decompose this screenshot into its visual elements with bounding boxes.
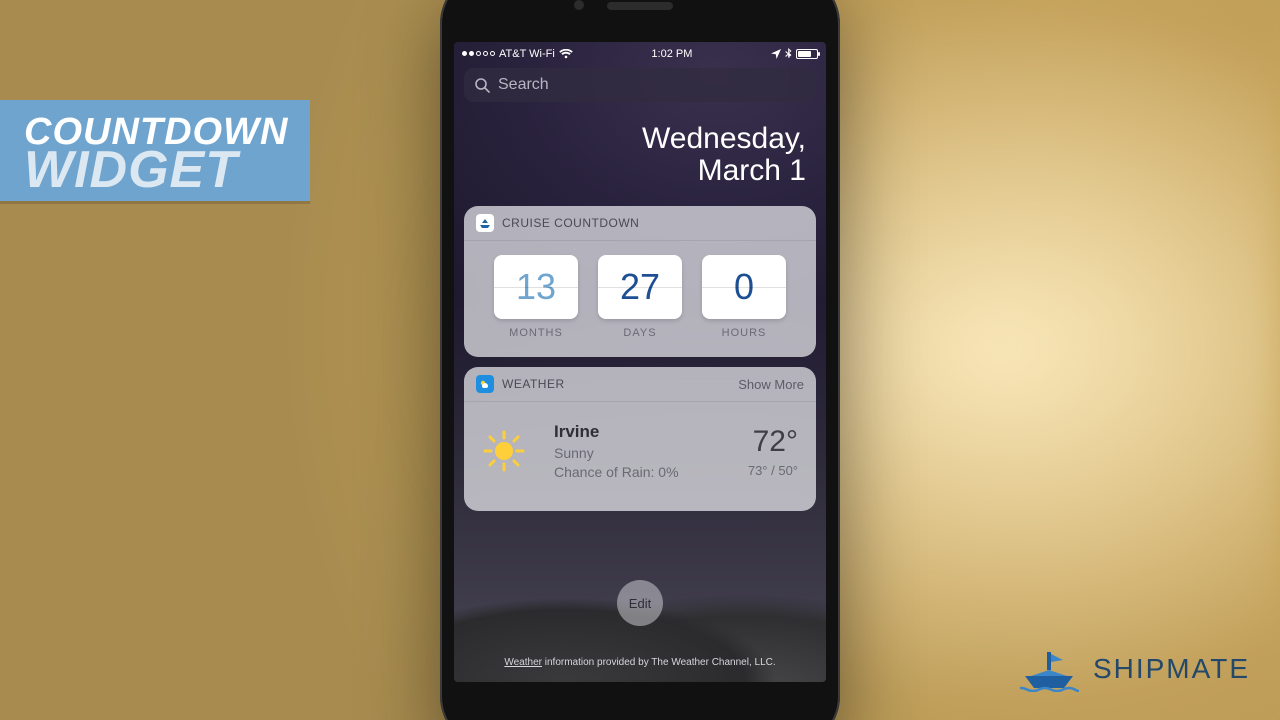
weather-temp-now: 72°	[748, 425, 798, 459]
search-icon	[474, 77, 490, 93]
location-icon	[771, 49, 781, 59]
phone-screen: AT&T Wi-Fi 1:02 PM	[454, 42, 826, 682]
countdown-body: 13 MONTHS 27 DAYS 0 HOURS	[464, 241, 816, 357]
ship-icon	[1019, 646, 1079, 692]
weather-attribution: Weather information provided by The Weat…	[454, 657, 826, 668]
edit-widgets-button[interactable]: Edit	[617, 580, 663, 626]
countdown-value-months: 13	[494, 255, 578, 319]
countdown-value-hours: 0	[702, 255, 786, 319]
countdown-value-days: 27	[598, 255, 682, 319]
weather-city: Irvine	[554, 420, 748, 444]
countdown-label-days: DAYS	[598, 327, 682, 339]
sun-icon	[482, 429, 536, 473]
spotlight-search[interactable]: Search	[464, 68, 816, 102]
weather-rain-chance: Chance of Rain: 0%	[554, 463, 748, 483]
shipmate-app-icon	[476, 214, 494, 232]
wifi-icon	[559, 49, 573, 59]
date-monthday: March 1	[474, 154, 806, 188]
brand-badge: SHIPMATE	[1019, 646, 1250, 692]
phone-earpiece	[607, 2, 673, 10]
weather-title: WEATHER	[502, 377, 565, 391]
battery-icon	[796, 49, 818, 59]
today-date: Wednesday, March 1	[454, 108, 826, 206]
bluetooth-icon	[785, 48, 792, 60]
weather-show-more[interactable]: Show More	[738, 377, 804, 392]
brand-name: SHIPMATE	[1093, 653, 1250, 685]
status-bar: AT&T Wi-Fi 1:02 PM	[454, 42, 826, 62]
countdown-tile-months: 13 MONTHS	[494, 255, 578, 339]
weather-body: Irvine Sunny Chance of Rain: 0% 72° 73° …	[464, 402, 816, 511]
weather-app-icon	[476, 375, 494, 393]
countdown-label-months: MONTHS	[494, 327, 578, 339]
carrier-label: AT&T Wi-Fi	[499, 48, 555, 60]
countdown-tile-hours: 0 HOURS	[702, 255, 786, 339]
weather-widget[interactable]: WEATHER Show More	[464, 367, 816, 511]
cruise-countdown-widget[interactable]: CRUISE COUNTDOWN 13 MONTHS 27 DAYS 0 HOU…	[464, 206, 816, 357]
overlay-title-line2: WIDGET	[24, 146, 288, 195]
phone-camera	[574, 0, 584, 10]
signal-dots	[462, 51, 495, 56]
weather-header: WEATHER Show More	[464, 367, 816, 402]
weather-attribution-rest: information provided by The Weather Chan…	[542, 657, 776, 668]
countdown-label-hours: HOURS	[702, 327, 786, 339]
weather-condition: Sunny	[554, 444, 748, 464]
overlay-title: COUNTDOWN WIDGET	[0, 100, 310, 201]
stage: COUNTDOWN WIDGET AT&T Wi-Fi 1:02 PM	[0, 0, 1280, 720]
date-weekday: Wednesday,	[474, 122, 806, 156]
countdown-title: CRUISE COUNTDOWN	[502, 216, 639, 230]
phone-frame: AT&T Wi-Fi 1:02 PM	[440, 0, 840, 720]
clock: 1:02 PM	[651, 48, 692, 60]
weather-temp-hilo: 73° / 50°	[748, 463, 798, 478]
countdown-header: CRUISE COUNTDOWN	[464, 206, 816, 241]
search-placeholder: Search	[498, 76, 549, 94]
weather-attribution-link[interactable]: Weather	[504, 657, 542, 668]
countdown-tile-days: 27 DAYS	[598, 255, 682, 339]
